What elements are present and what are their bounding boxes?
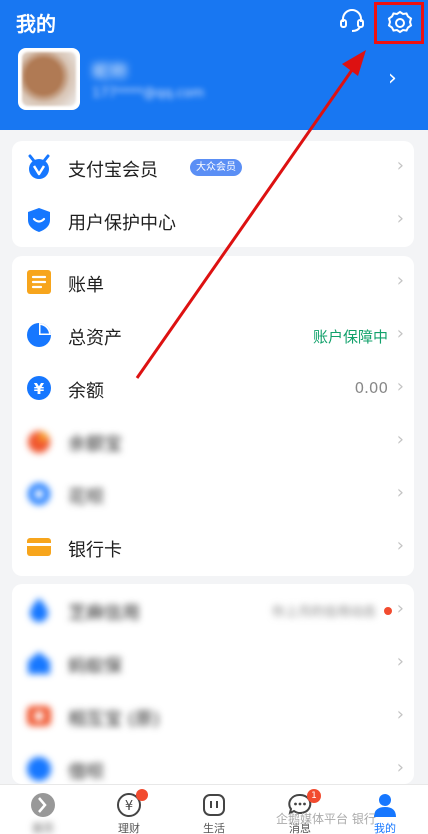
sesame-credit-icon: [30, 598, 48, 622]
avatar[interactable]: [18, 48, 80, 110]
assets-pie-icon: [27, 323, 51, 347]
list-item-huabei[interactable]: 花呗 ›: [12, 468, 414, 521]
list-item-label: 相互宝 (原): [68, 709, 160, 730]
chevron-right-icon: ›: [396, 323, 404, 344]
chevron-right-icon: ›: [396, 482, 404, 503]
list-item-bill[interactable]: 账单 ›: [12, 256, 414, 309]
list-item-label: 用户保护中心: [68, 213, 176, 234]
chevron-right-icon: ›: [396, 651, 404, 672]
jiebei-icon: [27, 757, 51, 781]
profile-account: 177****@qq.com: [92, 86, 205, 101]
list-item-bankcard[interactable]: 银行卡 ›: [12, 521, 414, 574]
tab-label: 生活: [203, 822, 225, 834]
list-item-label: 芝麻信用: [68, 603, 140, 624]
chevron-right-icon: ›: [396, 535, 404, 556]
balance-yuan-icon: ¥: [27, 376, 51, 400]
list-item-label: 支付宝会员: [68, 160, 158, 181]
tab-wealth[interactable]: ¥ 理财: [86, 785, 172, 834]
chevron-right-icon: ›: [396, 270, 404, 291]
chevron-right-icon: ›: [396, 757, 404, 778]
chevron-right-icon: ›: [396, 429, 404, 450]
page-title: 我的: [16, 12, 56, 36]
chevron-right-icon: ›: [396, 376, 404, 397]
yuebao-icon: [28, 431, 50, 453]
list-item-protection[interactable]: 用户保护中心 ›: [12, 194, 414, 247]
mutual-aid-icon: [27, 706, 51, 726]
chevron-right-icon: ›: [396, 155, 404, 176]
bill-icon: [27, 270, 51, 294]
list-item-label: 余额宝: [68, 434, 122, 455]
huabei-icon: [28, 483, 50, 505]
profile-name[interactable]: 昵称: [92, 58, 128, 84]
notification-dot: [384, 607, 392, 615]
assets-card: 账单 › 总资产 账户保障中 › ¥ 余额 0.00 › 余额宝 › 花呗 › …: [12, 256, 414, 576]
profile-header: 我的 昵称 177****@qq.com ›: [0, 0, 428, 130]
chevron-right-icon: ›: [396, 208, 404, 229]
tab-notification-dot: [136, 789, 148, 801]
account-protection-status: 账户保障中: [312, 328, 388, 346]
message-count-badge: 1: [307, 789, 321, 803]
settings-icon[interactable]: [386, 9, 414, 37]
member-level-badge: 大众会员: [190, 159, 242, 176]
shield-icon: [28, 208, 50, 232]
list-item-balance[interactable]: ¥ 余额 0.00 ›: [12, 362, 414, 415]
life-icon: [203, 794, 225, 816]
list-item-label: 总资产: [68, 328, 122, 349]
svg-text:¥: ¥: [34, 380, 45, 398]
watermark-text: 企鹅媒体平台 银行: [276, 812, 376, 826]
tab-label: 理财: [118, 822, 140, 834]
list-item-insurance[interactable]: 蚂蚁保 ›: [12, 637, 414, 690]
svg-text:¥: ¥: [125, 799, 133, 814]
list-item-label: 余额: [68, 381, 104, 402]
list-item-total-assets[interactable]: 总资产 账户保障中 ›: [12, 309, 414, 362]
balance-amount: 0.00: [354, 379, 388, 397]
bankcard-icon: [27, 538, 51, 556]
list-item-label: 账单: [68, 275, 104, 296]
profile-chevron-icon[interactable]: ›: [388, 66, 397, 91]
insurance-icon: [28, 652, 50, 674]
credit-update-hint: 你上月的信用动态: [271, 605, 376, 620]
list-item-yuebao[interactable]: 余额宝 ›: [12, 415, 414, 468]
membership-card: 支付宝会员 大众会员 › 用户保护中心 ›: [12, 141, 414, 247]
home-icon: [31, 793, 55, 817]
list-item-label: 银行卡: [68, 540, 122, 561]
tab-home[interactable]: 首页: [0, 785, 86, 834]
list-item-sesame-credit[interactable]: 芝麻信用 你上月的信用动态 ›: [12, 584, 414, 637]
services-card: 芝麻信用 你上月的信用动态 › 蚂蚁保 › 相互宝 (原) › 借呗 ›: [12, 584, 414, 784]
support-icon[interactable]: [338, 6, 366, 34]
chevron-right-icon: ›: [396, 704, 404, 725]
list-item-mutual-aid[interactable]: 相互宝 (原) ›: [12, 690, 414, 743]
tab-label: 首页: [32, 822, 54, 834]
list-item-label: 借呗: [68, 762, 104, 783]
member-icon: [28, 154, 50, 179]
tab-life[interactable]: 生活: [171, 785, 257, 834]
settings-highlight-box: [374, 2, 424, 44]
list-item-label: 花呗: [68, 487, 104, 508]
list-item-label: 蚂蚁保: [68, 656, 122, 677]
chevron-right-icon: ›: [396, 598, 404, 619]
list-item-member[interactable]: 支付宝会员 大众会员 ›: [12, 141, 414, 194]
